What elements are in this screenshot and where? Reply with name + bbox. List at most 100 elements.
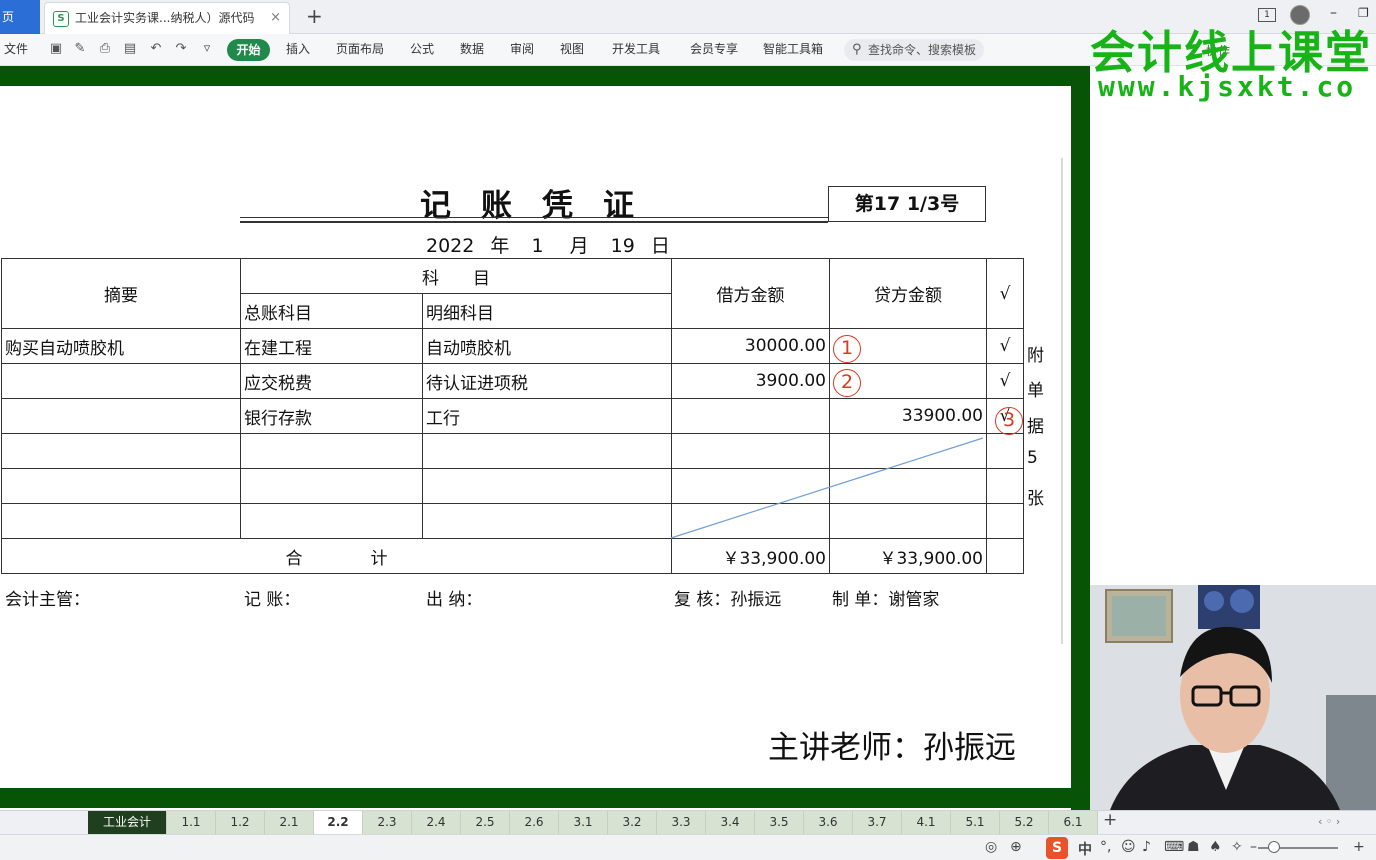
mic-icon[interactable]: ♪ xyxy=(1142,839,1151,855)
cell-credit[interactable] xyxy=(829,468,987,504)
cell-detail[interactable]: 工行 xyxy=(422,398,672,434)
sheet-tab[interactable]: 1.2 xyxy=(216,811,265,835)
total-credit[interactable]: ￥33,900.00 xyxy=(829,538,987,574)
sheet-tab[interactable]: 3.2 xyxy=(608,811,657,835)
cell-check[interactable] xyxy=(986,433,1024,469)
sheet-tab[interactable]: 2.4 xyxy=(412,811,461,835)
ime-logo-icon[interactable]: S xyxy=(1046,837,1068,859)
sheet-tab[interactable]: 2.6 xyxy=(510,811,559,835)
zoom-in-icon[interactable]: + xyxy=(1353,839,1365,855)
menu-formula[interactable]: 公式 xyxy=(410,34,434,66)
tab-home[interactable]: 页 xyxy=(0,0,40,34)
cell-general[interactable]: 在建工程 xyxy=(240,328,423,364)
cell-credit[interactable]: 33900.00 xyxy=(829,398,987,434)
layout-icon[interactable]: ⊕ xyxy=(1010,839,1022,855)
ime-mode-icon[interactable]: 中 xyxy=(1078,839,1092,859)
cell-detail[interactable] xyxy=(422,433,672,469)
cell-check[interactable] xyxy=(986,503,1024,539)
customize-dropdown-icon[interactable]: ▿ xyxy=(199,41,215,57)
cell-summary[interactable] xyxy=(1,503,241,539)
keyboard-icon[interactable]: ⌨ xyxy=(1164,839,1184,855)
zoom-out-icon[interactable]: – xyxy=(1250,839,1257,855)
cell-general[interactable] xyxy=(240,433,423,469)
date-day: 19 xyxy=(610,235,635,257)
webcam-overlay xyxy=(1090,585,1376,810)
cell-check[interactable] xyxy=(986,468,1024,504)
print-preview-icon[interactable]: ▤ xyxy=(122,41,138,57)
cell-debit[interactable] xyxy=(671,468,830,504)
cell-check[interactable]: √ xyxy=(986,328,1024,364)
shirt-icon[interactable]: ♠ xyxy=(1209,839,1222,855)
tab-document[interactable]: S 工业会计实务课...纳税人）源代码 × xyxy=(44,2,290,34)
sheet-tab[interactable]: 2.5 xyxy=(461,811,510,835)
save-icon[interactable]: ▣ xyxy=(48,41,64,57)
print-icon[interactable]: ⎙ xyxy=(97,41,113,57)
sheet-tab[interactable]: 3.6 xyxy=(804,811,853,835)
cell-detail[interactable] xyxy=(422,503,672,539)
cell-general[interactable] xyxy=(240,468,423,504)
new-tab-button[interactable]: + xyxy=(306,4,323,28)
close-icon[interactable]: × xyxy=(270,3,281,33)
sheet-tab[interactable]: 3.4 xyxy=(706,811,755,835)
sheet-tab[interactable]: 3.1 xyxy=(559,811,608,835)
menu-file[interactable]: 文件 xyxy=(4,34,28,66)
sheet-tab[interactable]: 2.3 xyxy=(363,811,412,835)
cell-summary[interactable] xyxy=(1,398,241,434)
total-debit[interactable]: ￥33,900.00 xyxy=(671,538,830,574)
cell-debit[interactable] xyxy=(671,398,830,434)
sheet-tab[interactable]: 3.3 xyxy=(657,811,706,835)
sheet-tab-main[interactable]: 工业会计 xyxy=(88,811,167,835)
cell-debit[interactable]: 3900.00 xyxy=(671,363,830,399)
wrench-icon[interactable]: ✧ xyxy=(1231,839,1243,855)
format-painter-icon[interactable]: ✎ xyxy=(72,41,88,57)
menu-review[interactable]: 审阅 xyxy=(510,34,534,66)
sheet-tab[interactable]: 3.7 xyxy=(853,811,902,835)
cell-debit[interactable]: 30000.00 xyxy=(671,328,830,364)
cell-general[interactable]: 银行存款 xyxy=(240,398,423,434)
add-sheet-button[interactable]: + xyxy=(1103,810,1117,830)
undo-icon[interactable]: ↶ xyxy=(148,41,164,57)
sheet-tab[interactable]: 3.5 xyxy=(755,811,804,835)
sheet-tab[interactable]: 2.1 xyxy=(265,811,314,835)
emoji-icon[interactable]: ☺ xyxy=(1121,839,1136,855)
menu-page-layout[interactable]: 页面布局 xyxy=(336,34,384,66)
sheet-tab[interactable]: 5.1 xyxy=(951,811,1000,835)
menu-data[interactable]: 数据 xyxy=(460,34,484,66)
command-search[interactable]: ⚲ 查找命令、搜索模板 xyxy=(844,39,984,61)
sheet-tab[interactable]: 6.1 xyxy=(1049,811,1098,835)
cell-detail[interactable] xyxy=(422,468,672,504)
eye-icon[interactable]: ◎ xyxy=(985,839,997,855)
cell-check[interactable]: √ xyxy=(986,363,1024,399)
menu-smart-toolbox[interactable]: 智能工具箱 xyxy=(763,34,823,66)
vertical-scrollbar[interactable] xyxy=(1061,158,1063,644)
menu-view[interactable]: 视图 xyxy=(560,34,584,66)
menu-start[interactable]: 开始 xyxy=(227,39,270,61)
sheet-tab[interactable]: 2.2 xyxy=(314,811,363,835)
punctuation-icon[interactable]: °, xyxy=(1100,839,1111,855)
zoom-slider-handle[interactable] xyxy=(1268,841,1280,853)
sheet-tab[interactable]: 5.2 xyxy=(1000,811,1049,835)
cell-summary[interactable]: 购买自动喷胶机 xyxy=(1,328,241,364)
menu-member[interactable]: 会员专享 xyxy=(690,34,738,66)
user-icon[interactable]: ☗ xyxy=(1187,839,1200,855)
redo-icon[interactable]: ↷ xyxy=(173,41,189,57)
cell-credit[interactable] xyxy=(829,503,987,539)
cell-credit[interactable] xyxy=(829,433,987,469)
cell-summary[interactable] xyxy=(1,433,241,469)
horizontal-scroll-control[interactable]: ‹ ◦ › xyxy=(1318,815,1340,828)
cell-general[interactable] xyxy=(240,503,423,539)
cell-summary[interactable] xyxy=(1,363,241,399)
menu-developer[interactable]: 开发工具 xyxy=(612,34,660,66)
cell-detail[interactable]: 自动喷胶机 xyxy=(422,328,672,364)
cell-debit[interactable] xyxy=(671,503,830,539)
menu-insert[interactable]: 插入 xyxy=(286,34,310,66)
sheet-tab[interactable]: 1.1 xyxy=(167,811,216,835)
cell-debit[interactable] xyxy=(671,433,830,469)
cell-summary[interactable] xyxy=(1,468,241,504)
sheet-tab[interactable]: 4.1 xyxy=(902,811,951,835)
sheet-tab-bar: 工业会计 1.1 1.2 2.1 2.2 2.3 2.4 2.5 2.6 3.1 3.2 3.3 3.4… xyxy=(0,810,1376,835)
total-check[interactable] xyxy=(986,538,1024,574)
annotation-circle-3: 3 xyxy=(995,407,1023,435)
cell-general[interactable]: 应交税费 xyxy=(240,363,423,399)
cell-detail[interactable]: 待认证进项税 xyxy=(422,363,672,399)
